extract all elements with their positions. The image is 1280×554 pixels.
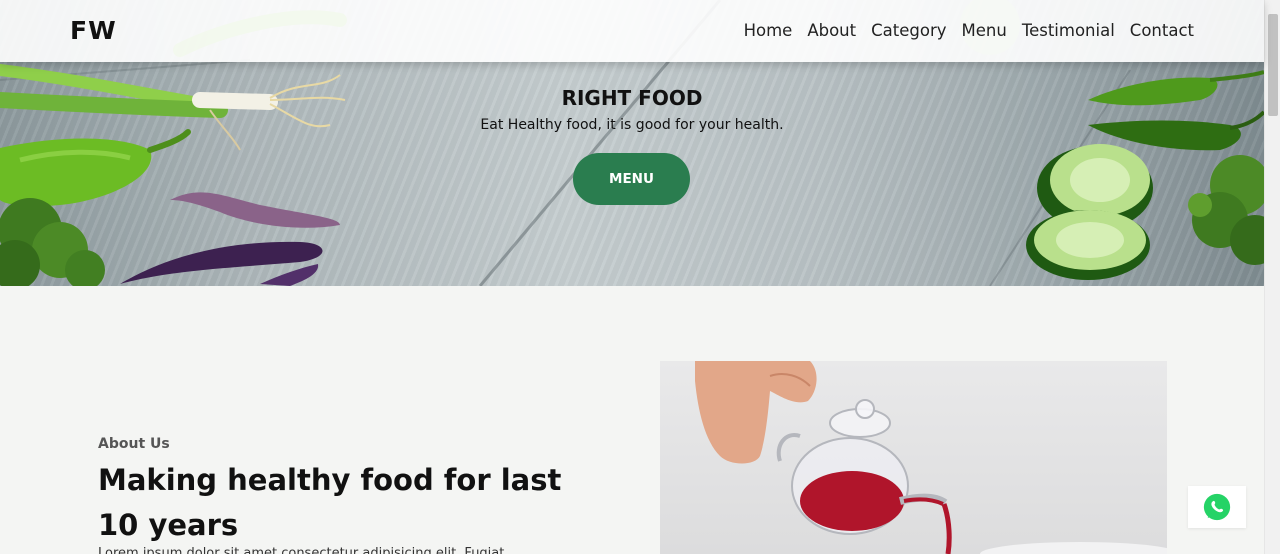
scrollbar-thumb[interactable] (1268, 14, 1278, 116)
main-nav: Home About Category Menu Testimonial Con… (744, 21, 1194, 40)
nav-link-menu[interactable]: Menu (962, 21, 1007, 40)
nav-link-category[interactable]: Category (871, 21, 946, 40)
hero-menu-button[interactable]: MENU (573, 153, 690, 205)
hero-title: RIGHT FOOD (561, 86, 703, 110)
nav-link-home[interactable]: Home (744, 21, 793, 40)
about-paragraph: Lorem ipsum dolor sit amet consectetur a… (98, 546, 505, 554)
teapot-illustration (695, 361, 1167, 554)
site-header: FW Home About Category Menu Testimonial … (0, 0, 1264, 62)
nav-link-contact[interactable]: Contact (1130, 21, 1194, 40)
site-logo[interactable]: FW (70, 16, 117, 45)
page-scrollbar[interactable] (1264, 0, 1280, 554)
about-heading: Making healthy food for last 10 years (98, 463, 562, 542)
whatsapp-button[interactable] (1188, 486, 1246, 528)
hero-subtitle: Eat Healthy food, it is good for your he… (480, 117, 784, 133)
whatsapp-icon (1203, 493, 1231, 521)
nav-link-about[interactable]: About (807, 21, 856, 40)
nav-link-testimonial[interactable]: Testimonial (1022, 21, 1115, 40)
about-teapot-image (660, 361, 1167, 554)
about-section-label: About Us (98, 436, 170, 452)
